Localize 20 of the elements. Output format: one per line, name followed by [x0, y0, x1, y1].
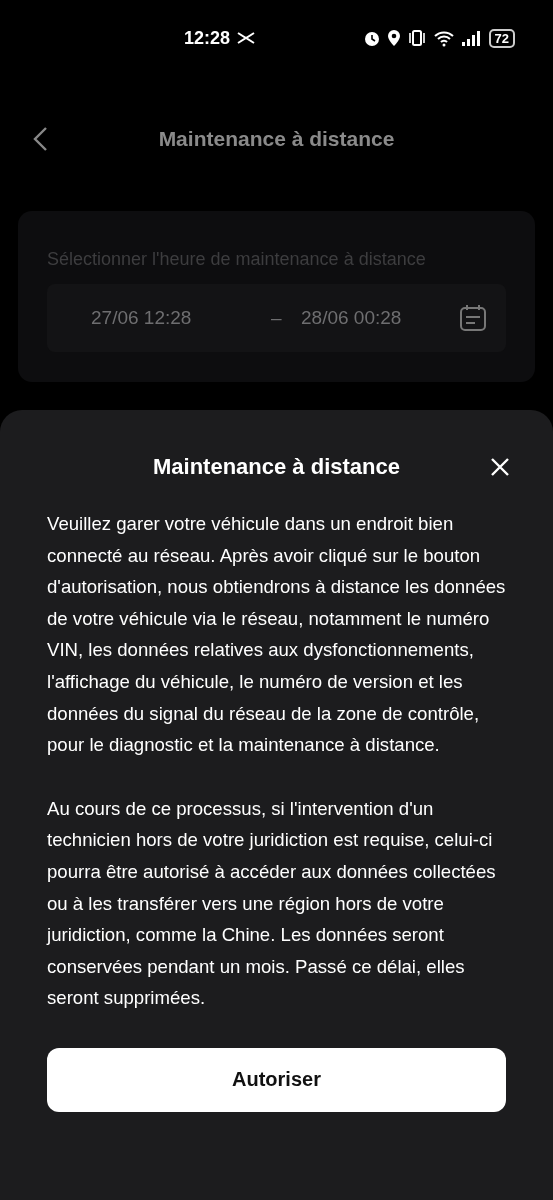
start-time: 27/06 12:28 [91, 307, 193, 329]
body-paragraph: Au cours de ce processus, si l'intervention d'un technicien hors de votre juridiction est requise, celui-ci pourra être autorisé à accéder aux données collectées ou à les transférer vers une région hors de votre juridiction, comme la Chine. Les données seront conservées pendant un mois. Passé ce délai, elles seront supprimées. [47, 796, 497, 1011]
calendar-icon[interactable] [458, 303, 488, 333]
back-icon[interactable] [32, 126, 48, 152]
vibrate-icon [406, 29, 427, 47]
range-separator: – [271, 307, 283, 329]
bowtie-icon [236, 32, 257, 44]
wifi-icon [432, 29, 455, 47]
sheet-title: Maintenance à distance [153, 454, 400, 480]
time-range-field[interactable]: 27/06 12:28 – 28/06 00:28 [47, 284, 506, 352]
close-icon[interactable] [490, 457, 510, 477]
authorize-button[interactable]: Autoriser [47, 1047, 506, 1112]
end-time: 28/06 00:28 [301, 307, 403, 329]
signal-icon [460, 30, 483, 46]
body-paragraph: Veuillez garer votre véhicule dans un endroit bien connecté au réseau. Après avoir cliqué sur le bouton d'autorisation, nous obtiendrons à distance les données de votre véhicule via le réseau, notamment le numéro VIN, les données relatives aux dysfonctionnements, l'affichage du véhicule, le numéro de version et les données du signal du réseau de la zone de contrôle, pour le diagnostic et la maintenance à distance. [47, 512, 506, 758]
page-title: Maintenance à distance [157, 127, 396, 151]
battery-level: 72 [488, 28, 515, 48]
location-icon [386, 29, 401, 47]
status-time: 12:28 [184, 27, 231, 49]
alarm-icon [362, 29, 381, 47]
